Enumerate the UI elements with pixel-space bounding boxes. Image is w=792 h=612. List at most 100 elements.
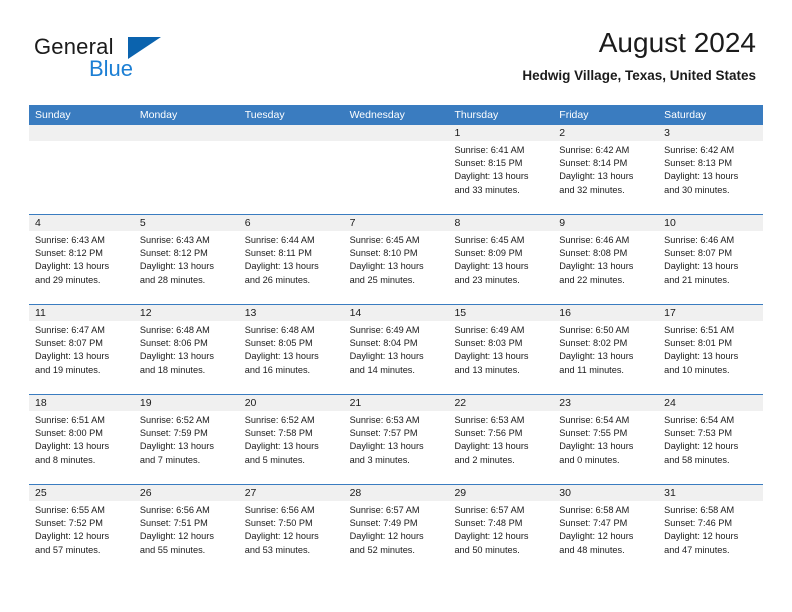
day-cell[interactable]: Sunrise: 6:52 AM Sunset: 7:59 PM Daylight:…: [134, 411, 239, 484]
day-cell[interactable]: Sunrise: 6:56 AM Sunset: 7:51 PM Daylight:…: [134, 501, 239, 574]
day-cell[interactable]: Sunrise: 6:43 AM Sunset: 8:12 PM Daylight:…: [29, 231, 134, 304]
day-cell[interactable]: Sunrise: 6:49 AM Sunset: 8:03 PM Daylight:…: [448, 321, 553, 394]
day-detail-line: Daylight: 13 hours: [139, 351, 214, 362]
day-number[interactable]: 21: [344, 395, 449, 411]
day-of-week-header: Monday: [139, 109, 178, 121]
day-number[interactable]: 14: [344, 305, 449, 321]
day-number[interactable]: 18: [29, 395, 134, 411]
day-number[interactable]: 26: [134, 485, 239, 501]
day-cell[interactable]: Sunrise: 6:48 AM Sunset: 8:05 PM Daylight:…: [239, 321, 344, 394]
day-number[interactable]: 13: [239, 305, 344, 321]
general-blue-logo[interactable]: General Blue: [34, 34, 214, 86]
day-detail-line: and 0 minutes.: [559, 454, 620, 465]
day-cell[interactable]: Sunrise: 6:57 AM Sunset: 7:48 PM Daylight:…: [448, 501, 553, 574]
day-of-week-header: Friday: [559, 109, 589, 121]
day-detail-line: Sunset: 8:03 PM: [454, 338, 523, 349]
day-cell[interactable]: Sunrise: 6:41 AM Sunset: 8:15 PM Daylight:…: [448, 141, 553, 214]
day-detail-line: Sunrise: 6:58 AM: [664, 505, 735, 515]
day-cell[interactable]: Sunrise: 6:48 AM Sunset: 8:06 PM Daylight:…: [134, 321, 239, 394]
day-detail-line: Sunset: 8:14 PM: [559, 158, 628, 169]
day-number[interactable]: 3: [658, 125, 763, 141]
day-detail-line: Daylight: 12 hours: [664, 441, 739, 452]
day-cell[interactable]: Sunrise: 6:53 AM Sunset: 7:56 PM Daylight:…: [448, 411, 553, 484]
day-number[interactable]: 22: [448, 395, 553, 411]
day-detail-line: Sunset: 7:58 PM: [244, 428, 313, 439]
day-detail-line: Sunrise: 6:57 AM: [454, 505, 525, 515]
day-number[interactable]: 20: [239, 395, 344, 411]
day-number[interactable]: 10: [658, 215, 763, 231]
day-cell[interactable]: Sunrise: 6:55 AM Sunset: 7:52 PM Daylight:…: [29, 501, 134, 574]
week-daynumber-band: 18 19 20 21 22 23 24: [29, 395, 763, 411]
day-cell[interactable]: Sunrise: 6:52 AM Sunset: 7:58 PM Daylight:…: [239, 411, 344, 484]
day-number[interactable]: 30: [553, 485, 658, 501]
day-number[interactable]: 25: [29, 485, 134, 501]
day-number[interactable]: 6: [239, 215, 344, 231]
day-detail-line: Daylight: 13 hours: [35, 441, 110, 452]
day-number[interactable]: 28: [344, 485, 449, 501]
day-number[interactable]: 12: [134, 305, 239, 321]
day-number[interactable]: 5: [134, 215, 239, 231]
day-cell[interactable]: Sunrise: 6:54 AM Sunset: 7:53 PM Daylight:…: [658, 411, 763, 484]
day-cell[interactable]: Sunrise: 6:56 AM Sunset: 7:50 PM Daylight:…: [239, 501, 344, 574]
day-cell[interactable]: Sunrise: 6:44 AM Sunset: 8:11 PM Daylight:…: [239, 231, 344, 304]
day-detail-line: Sunset: 8:13 PM: [664, 158, 733, 169]
day-detail-line: and 50 minutes.: [454, 544, 520, 555]
day-detail-line: Sunrise: 6:55 AM: [35, 505, 105, 515]
day-number[interactable]: 11: [29, 305, 134, 321]
day-number[interactable]: 15: [448, 305, 553, 321]
day-detail-line: Daylight: 13 hours: [454, 171, 529, 182]
day-number[interactable]: 31: [658, 485, 763, 501]
day-detail-line: Daylight: 12 hours: [244, 531, 319, 542]
day-number[interactable]: 7: [344, 215, 449, 231]
day-cell[interactable]: Sunrise: 6:54 AM Sunset: 7:55 PM Daylight:…: [553, 411, 658, 484]
day-cell[interactable]: Sunrise: 6:49 AM Sunset: 8:04 PM Daylight:…: [344, 321, 449, 394]
day-cell[interactable]: Sunrise: 6:53 AM Sunset: 7:57 PM Daylight:…: [344, 411, 449, 484]
day-cell[interactable]: Sunrise: 6:42 AM Sunset: 8:13 PM Daylight:…: [658, 141, 763, 214]
week-detail-band: Sunrise: 6:41 AM Sunset: 8:15 PM Daylight:…: [29, 141, 763, 214]
day-detail-line: Daylight: 13 hours: [559, 171, 634, 182]
day-cell[interactable]: Sunrise: 6:57 AM Sunset: 7:49 PM Daylight:…: [344, 501, 449, 574]
day-number[interactable]: 8: [448, 215, 553, 231]
day-detail-line: and 18 minutes.: [139, 364, 206, 375]
day-number[interactable]: 27: [239, 485, 344, 501]
day-detail-line: Daylight: 13 hours: [454, 441, 529, 452]
day-number[interactable]: 29: [448, 485, 553, 501]
day-detail-line: and 8 minutes.: [35, 454, 96, 465]
day-number[interactable]: 9: [553, 215, 658, 231]
day-of-week-header: Sunday: [35, 109, 71, 121]
day-cell[interactable]: Sunrise: 6:43 AM Sunset: 8:12 PM Daylight:…: [134, 231, 239, 304]
day-detail-line: Sunrise: 6:57 AM: [349, 505, 420, 515]
day-number[interactable]: 19: [134, 395, 239, 411]
day-detail-line: Daylight: 13 hours: [559, 261, 634, 272]
day-cell[interactable]: Sunrise: 6:50 AM Sunset: 8:02 PM Daylight:…: [553, 321, 658, 394]
title-block: August 2024 Hedwig Village, Texas, Unite…: [522, 26, 756, 86]
day-cell[interactable]: Sunrise: 6:58 AM Sunset: 7:47 PM Daylight:…: [553, 501, 658, 574]
day-number[interactable]: 4: [29, 215, 134, 231]
logo-text-blue: Blue: [89, 56, 134, 81]
day-number[interactable]: 2: [553, 125, 658, 141]
day-of-week-header: Saturday: [664, 109, 707, 121]
day-cell[interactable]: Sunrise: 6:46 AM Sunset: 8:07 PM Daylight:…: [658, 231, 763, 304]
day-number[interactable]: 24: [658, 395, 763, 411]
day-number[interactable]: 23: [553, 395, 658, 411]
day-number[interactable]: 1: [448, 125, 553, 141]
day-cell[interactable]: Sunrise: 6:51 AM Sunset: 8:00 PM Daylight:…: [29, 411, 134, 484]
day-cell[interactable]: Sunrise: 6:51 AM Sunset: 8:01 PM Daylight:…: [658, 321, 763, 394]
day-cell[interactable]: Sunrise: 6:58 AM Sunset: 7:46 PM Daylight:…: [658, 501, 763, 574]
day-detail-line: Sunset: 7:55 PM: [559, 428, 628, 439]
day-number[interactable]: 16: [553, 305, 658, 321]
day-detail-line: and 7 minutes.: [139, 454, 201, 465]
day-detail-line: and 29 minutes.: [35, 274, 101, 285]
day-detail-line: and 16 minutes.: [244, 364, 311, 375]
day-detail-line: Sunset: 8:05 PM: [244, 338, 313, 349]
day-cell[interactable]: Sunrise: 6:42 AM Sunset: 8:14 PM Daylight:…: [553, 141, 658, 214]
day-cell[interactable]: Sunrise: 6:45 AM Sunset: 8:10 PM Daylight:…: [344, 231, 449, 304]
day-number[interactable]: 17: [658, 305, 763, 321]
day-detail-line: and 22 minutes.: [559, 274, 625, 285]
day-detail-line: Sunrise: 6:50 AM: [559, 325, 630, 335]
day-detail-line: Sunset: 8:00 PM: [35, 428, 103, 439]
day-cell[interactable]: Sunrise: 6:47 AM Sunset: 8:07 PM Daylight:…: [29, 321, 134, 394]
day-cell[interactable]: Sunrise: 6:45 AM Sunset: 8:09 PM Daylight:…: [448, 231, 553, 304]
day-detail-line: Sunrise: 6:56 AM: [139, 505, 210, 515]
day-cell[interactable]: Sunrise: 6:46 AM Sunset: 8:08 PM Daylight:…: [553, 231, 658, 304]
